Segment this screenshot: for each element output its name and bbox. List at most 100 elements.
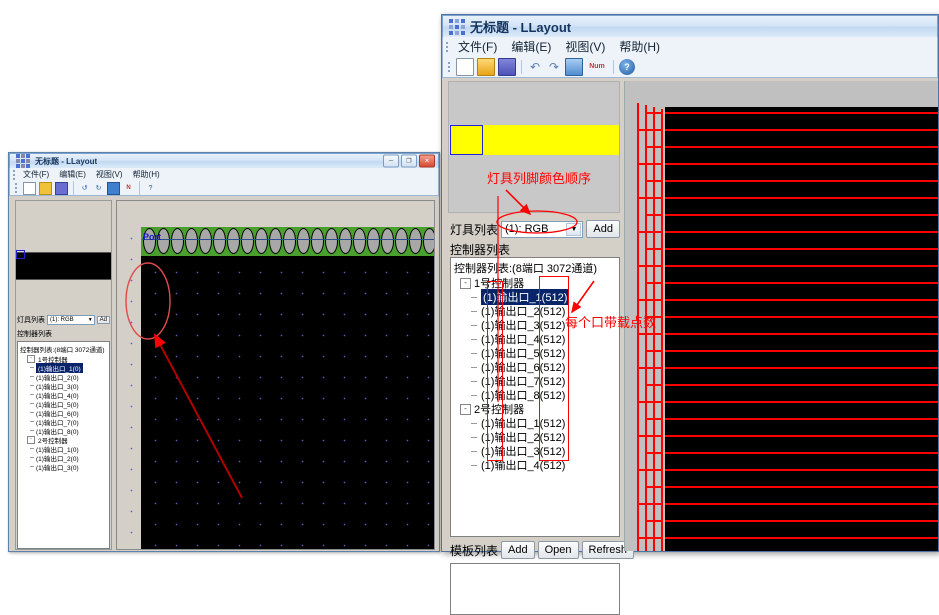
lamp-node-icon[interactable] (171, 228, 184, 254)
back-tree-nodes[interactable]: -1号控制器 (1)输出口_1(0) (1)输出口_2(0) (1)输出口_3(0)(… (18, 354, 109, 472)
lamp-list-row[interactable]: 灯具列表 (1): RGB ▼ Add (450, 219, 620, 239)
lamp-node-icon[interactable] (269, 228, 282, 254)
lamp-node-icon[interactable] (283, 228, 296, 254)
back-canvas[interactable]: Port (116, 200, 435, 550)
tree-controller-node[interactable]: -1号控制器 (451, 276, 619, 290)
menu-help[interactable]: 帮助(H) (128, 169, 165, 180)
add-button[interactable]: Ad (96, 316, 110, 324)
front-menubar[interactable]: 文件(F) 编辑(E) 视图(V) 帮助(H) (442, 37, 938, 56)
undo-icon[interactable]: ↶ (527, 59, 543, 75)
close-button[interactable]: ✕ (419, 154, 435, 168)
menu-file[interactable]: 文件(F) (451, 37, 504, 56)
lamp-node-icon[interactable] (395, 228, 408, 254)
template-add-button[interactable]: Add (501, 541, 535, 559)
tree-expander-icon[interactable]: - (27, 435, 35, 444)
help-icon[interactable]: ? (619, 58, 635, 75)
back-toolbar[interactable]: ↺ ↻ N ? (9, 181, 439, 196)
chevron-down-icon[interactable]: ▼ (88, 317, 93, 323)
save-icon[interactable] (55, 181, 68, 195)
lamp-node-icon[interactable] (255, 228, 268, 254)
lamp-node-icon[interactable] (297, 228, 310, 254)
foreground-llayout-window[interactable]: 无标题 - LLayout 文件(F) 编辑(E) 视图(V) 帮助(H) ↶ … (441, 14, 939, 615)
lamp-list-combo[interactable]: (1): RGB ▼ (501, 220, 584, 238)
back-preview-area[interactable] (16, 201, 111, 311)
open-icon[interactable] (39, 181, 52, 195)
front-toolbar[interactable]: ↶ ↷ Num ? (442, 56, 938, 78)
menu-help[interactable]: 帮助(H) (612, 37, 667, 56)
screen-icon[interactable] (107, 181, 120, 195)
tree-port-item[interactable]: (1)输出口_3(0) (18, 462, 109, 472)
back-lamp-list-row[interactable]: 灯具列表 (1): RGB ▼ Ad (17, 315, 110, 325)
tree-port-item[interactable]: (1)输出口_1(512) (451, 289, 619, 305)
back-left-panel[interactable]: 灯具列表 (1): RGB ▼ Ad 控制器列表 控制器列表:(8端口 3072… (15, 200, 112, 550)
tree-nodes[interactable]: -1号控制器 (1)输出口_1(512) (1)输出口_2(512) (1)输出口_3… (451, 276, 619, 472)
menu-edit[interactable]: 编辑(E) (504, 37, 558, 56)
maximize-button[interactable]: ❐ (401, 154, 417, 168)
lamp-preview-area[interactable] (448, 81, 620, 213)
redo-icon[interactable]: ↷ (546, 59, 562, 75)
tree-port-item[interactable]: (1)输出口_8(512) (451, 388, 619, 402)
new-icon[interactable] (23, 181, 36, 195)
controller-tree[interactable]: 控制器列表:(8端口 3072通道) -1号控制器 (1)输出口_1(512) (1… (450, 257, 620, 537)
template-open-button[interactable]: Open (537, 541, 579, 559)
template-bar[interactable]: 模板列表 Add Open Refresh (450, 539, 635, 561)
tree-port-item[interactable]: (1)输出口_3(512) (451, 444, 619, 458)
new-icon[interactable] (456, 57, 474, 76)
lamp-node-icon[interactable] (213, 228, 226, 254)
tree-controller-node[interactable]: -2号控制器 (451, 402, 619, 416)
num-icon[interactable]: N (123, 183, 134, 194)
tree-port-item[interactable]: (1)输出口_7(512) (451, 374, 619, 388)
menu-edit[interactable]: 编辑(E) (54, 169, 91, 180)
lamp-node-icon[interactable] (325, 228, 338, 254)
lamp-node-icon[interactable] (423, 228, 434, 254)
lamp-node-icon[interactable] (367, 228, 380, 254)
menu-view[interactable]: 视图(V) (91, 169, 128, 180)
menubar-grip-icon[interactable] (10, 168, 18, 181)
num-icon[interactable]: Num (586, 59, 608, 75)
preview-selection-box[interactable] (16, 250, 25, 259)
redo-icon[interactable]: ↻ (93, 183, 104, 194)
tree-port-item[interactable]: (1)输出口_6(512) (451, 360, 619, 374)
add-lamp-button[interactable]: Add (586, 220, 620, 238)
lamp-list-combo[interactable]: (1): RGB ▼ (47, 315, 95, 325)
toolbar-grip-icon[interactable] (445, 56, 453, 77)
front-window-titlebar[interactable]: 无标题 - LLayout (442, 15, 938, 37)
menu-file[interactable]: 文件(F) (18, 169, 54, 180)
front-canvas[interactable] (624, 81, 938, 551)
tree-port-item[interactable]: (1)输出口_5(512) (451, 346, 619, 360)
menubar-grip-icon[interactable] (443, 37, 451, 56)
help-icon[interactable]: ? (145, 183, 156, 194)
lamp-node-icon[interactable] (241, 228, 254, 254)
lamp-node-icon[interactable] (185, 228, 198, 254)
back-window-titlebar[interactable]: 无标题 - LLayout ─ ❐ ✕ (9, 153, 439, 168)
lamp-node-icon[interactable] (381, 228, 394, 254)
lamp-node-icon[interactable] (227, 228, 240, 254)
tree-expander-icon[interactable]: - (460, 403, 471, 415)
toolbar-grip-icon[interactable] (12, 181, 20, 195)
menu-view[interactable]: 视图(V) (558, 37, 612, 56)
screen-icon[interactable] (565, 57, 583, 76)
lamp-node-icon[interactable] (311, 228, 324, 254)
template-list-box[interactable] (450, 563, 620, 615)
back-menubar[interactable]: 文件(F) 编辑(E) 视图(V) 帮助(H) (9, 168, 439, 181)
tree-port-item[interactable]: (1)输出口_4(512) (451, 458, 619, 472)
back-controller-tree[interactable]: 控制器列表:(8端口 3072通道) -1号控制器 (1)输出口_1(0) (1)输… (17, 341, 110, 549)
lamp-node-icon[interactable] (339, 228, 352, 254)
tree-port-item[interactable]: (1)输出口_2(512) (451, 430, 619, 444)
lamp-node-icon[interactable] (199, 228, 212, 254)
tree-port-item[interactable]: (1)输出口_1(512) (451, 416, 619, 430)
background-llayout-window[interactable]: 无标题 - LLayout ─ ❐ ✕ 文件(F) 编辑(E) 视图(V) 帮助… (8, 152, 440, 552)
tree-expander-icon[interactable]: - (27, 354, 35, 363)
preview-selection-box[interactable] (450, 125, 483, 155)
back-window-controls[interactable]: ─ ❐ ✕ (383, 154, 435, 168)
lamp-node-row[interactable] (141, 227, 434, 256)
lamp-node-icon[interactable] (353, 228, 366, 254)
open-icon[interactable] (477, 57, 495, 76)
tree-expander-icon[interactable]: - (460, 277, 471, 289)
chevron-down-icon[interactable]: ▼ (566, 222, 582, 236)
tree-port-item[interactable]: (1)输出口_4(512) (451, 332, 619, 346)
save-icon[interactable] (498, 57, 516, 76)
minimize-button[interactable]: ─ (383, 154, 399, 168)
undo-icon[interactable]: ↺ (79, 183, 90, 194)
lamp-node-icon[interactable] (409, 228, 422, 254)
